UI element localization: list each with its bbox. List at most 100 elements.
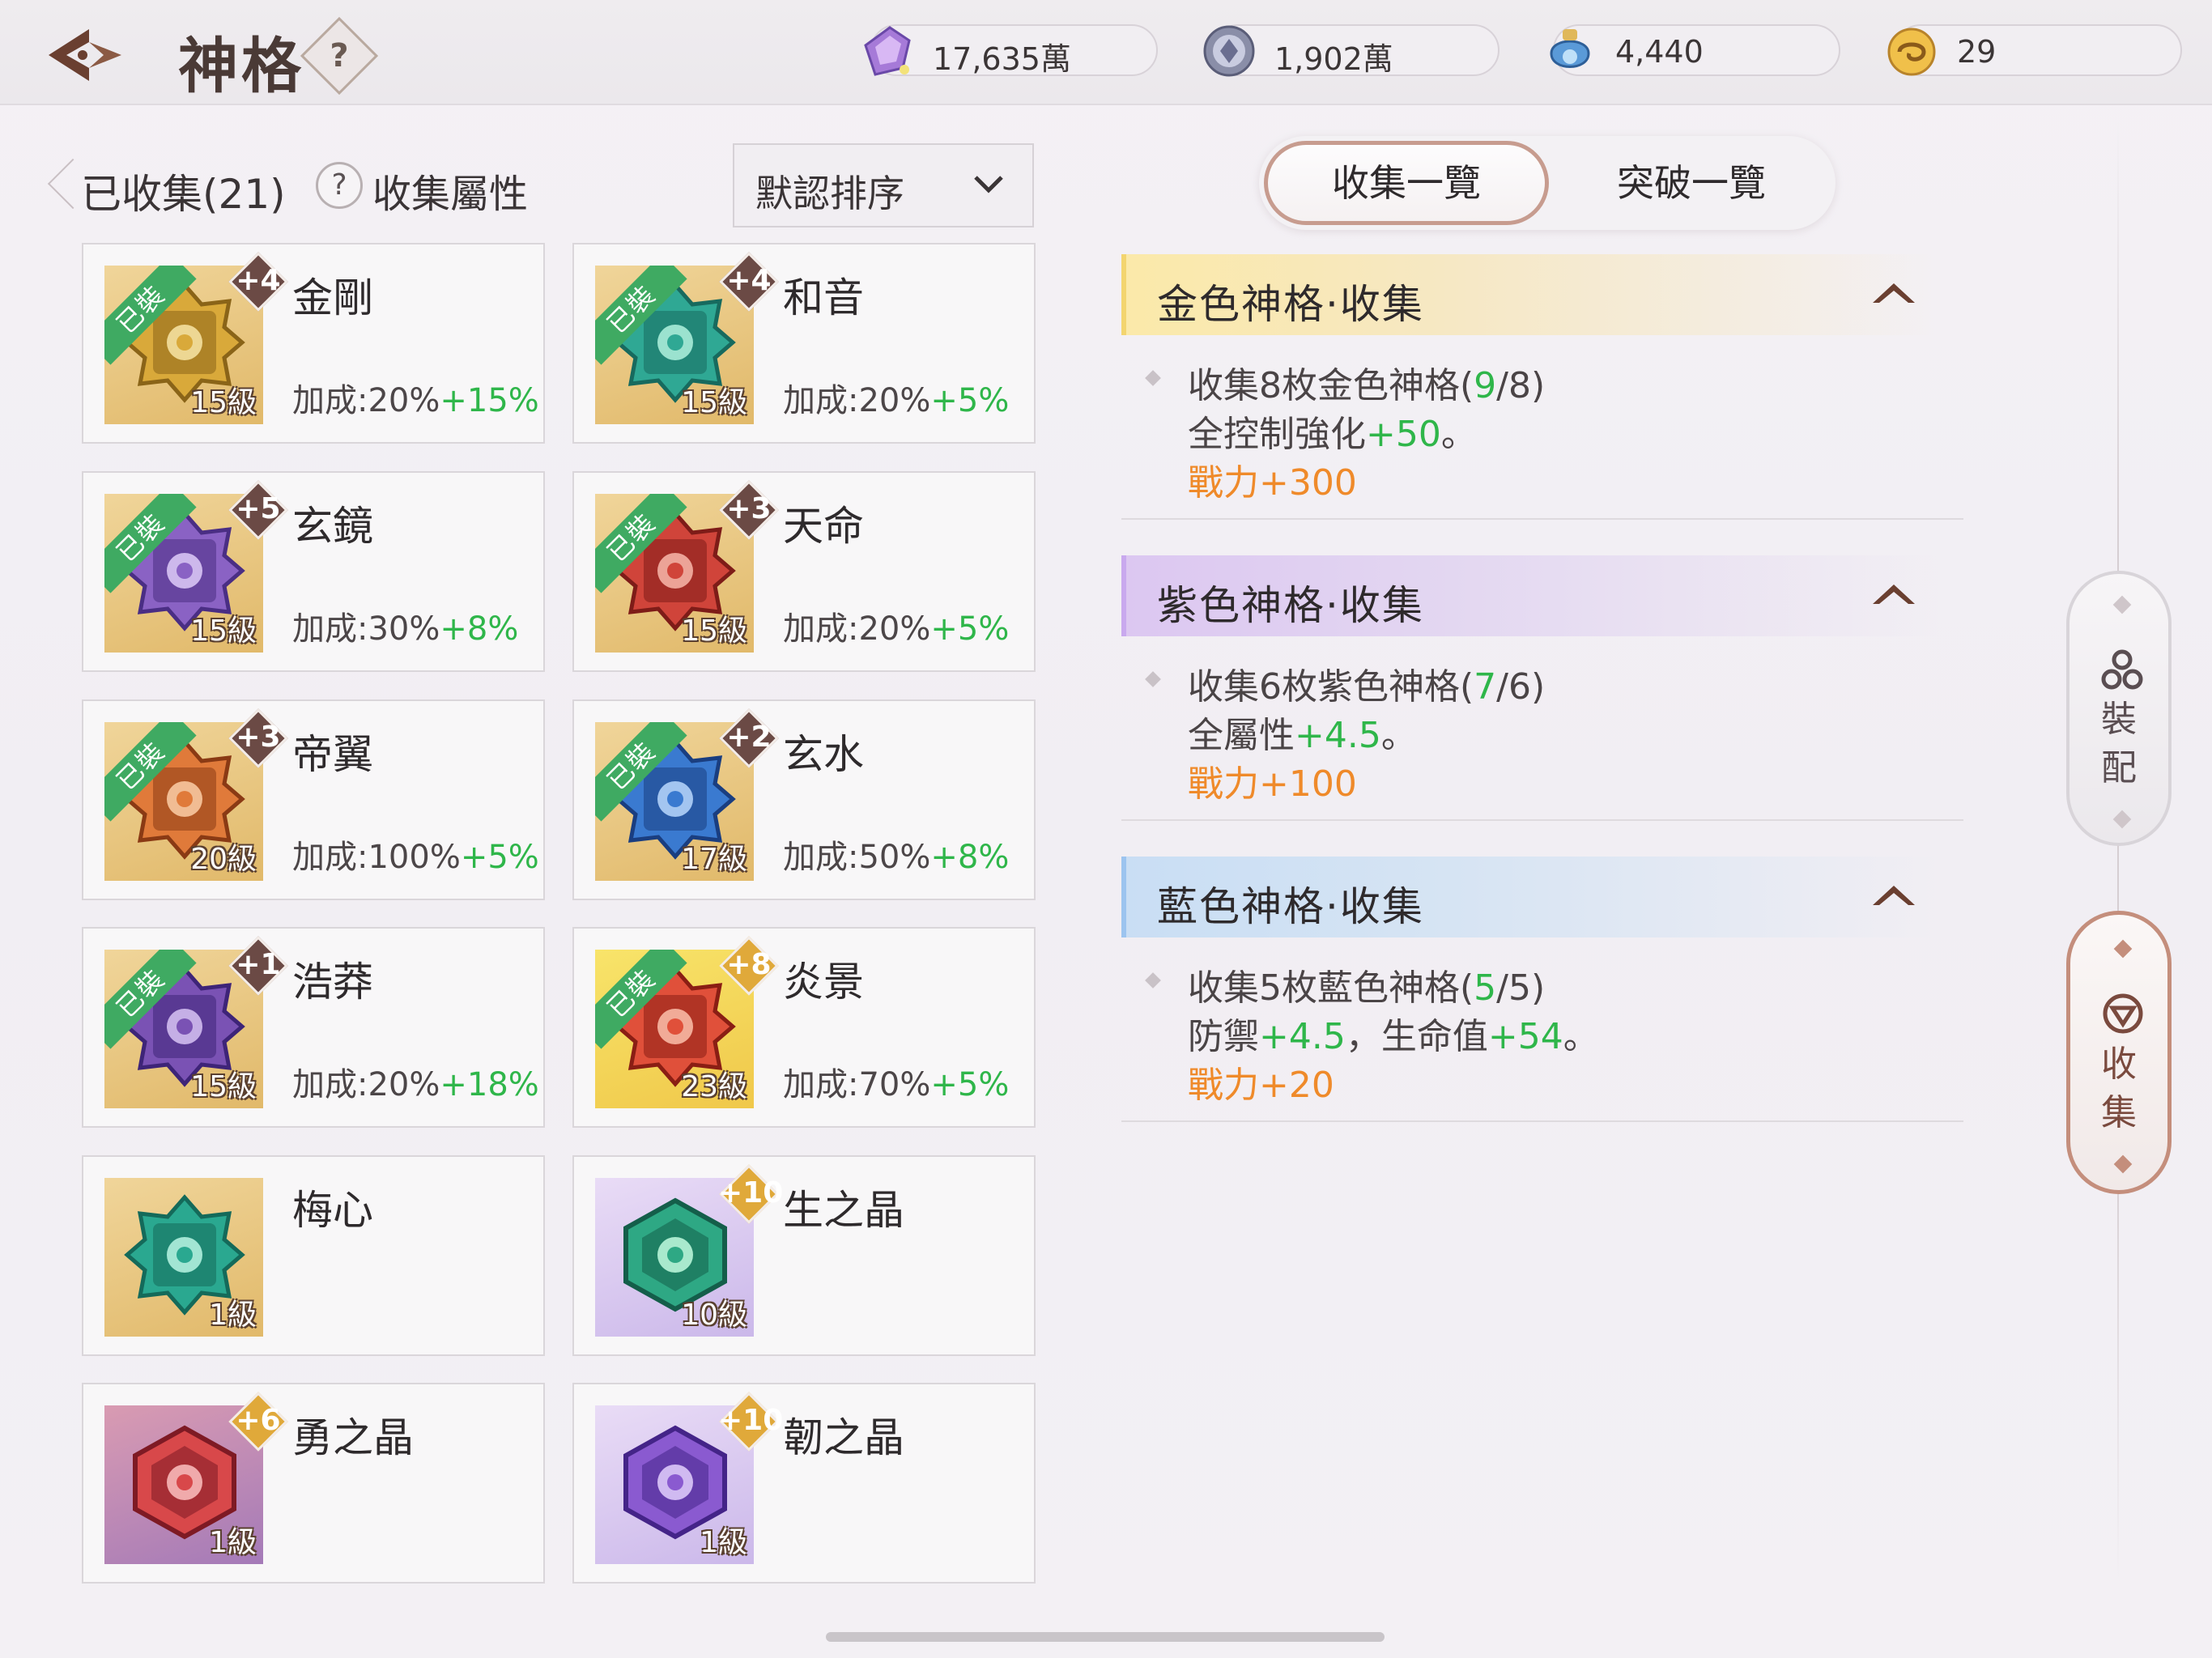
chevron-up-icon: [1873, 585, 1915, 604]
currency-silver[interactable]: 1,902萬: [1203, 24, 1499, 77]
bonus-extra: +8%: [440, 610, 519, 648]
power-text: 戰力+20: [1188, 1065, 1334, 1106]
deity-level: 20級: [190, 843, 257, 876]
deity-card[interactable]: 15級 已裝 +3 天命 加成:20%+5%: [572, 471, 1036, 672]
deity-bonus: 加成:50%+8%: [783, 831, 1009, 878]
deity-level: 15級: [190, 386, 257, 419]
currency-gold[interactable]: 29: [1887, 24, 2182, 76]
deity-name: 韌之晶: [783, 1414, 904, 1461]
deity-name: 和音: [783, 274, 864, 321]
deity-card[interactable]: 15級 已裝 +4 金剛 加成:20%+15%: [82, 243, 545, 444]
bonus-base: 加成:20%: [783, 610, 931, 648]
deity-card[interactable]: 15級 已裝 +5 玄鏡 加成:30%+8%: [82, 471, 545, 672]
attr-help-button[interactable]: ?: [316, 162, 363, 209]
nav-label-char: 收: [2101, 1044, 2137, 1085]
deity-name: 炎景: [783, 959, 864, 1005]
chevron-up-icon: [1873, 283, 1915, 303]
nav-dot: [2113, 1154, 2133, 1174]
back-button[interactable]: [42, 23, 131, 87]
deity-name: 玄鏡: [292, 503, 373, 550]
nav-label-char: 配: [2101, 747, 2137, 789]
deity-bonus: 加成:20%+5%: [783, 374, 1009, 421]
enhance-level-text: +3: [236, 721, 281, 754]
bonus-extra: +5%: [930, 610, 1010, 648]
deity-level: 1級: [700, 1526, 747, 1559]
enhance-level-text: +3: [726, 492, 772, 525]
bonus-base: 加成:70%: [783, 1066, 931, 1103]
enhance-level-badge: +2: [718, 708, 779, 768]
deity-bonus: 加成:100%+5%: [292, 831, 539, 878]
sidebar-rail: [2117, 121, 2119, 1579]
bonus-extra: +5%: [930, 382, 1010, 419]
title-help-button[interactable]: ?: [300, 16, 379, 96]
deity-card[interactable]: 15級 已裝 +1 浩莽 加成:20%+18%: [82, 927, 545, 1128]
requirement-text: 收集5枚藍色神格(5/5): [1188, 967, 1546, 1009]
view-tabs: 收集一覽 突破一覽: [1259, 136, 1836, 230]
collection-attributes-link[interactable]: 收集屬性: [372, 162, 528, 219]
page-title: 神格: [178, 32, 304, 101]
back-arrow-icon: [49, 29, 121, 81]
enhance-level-badge: +3: [718, 479, 779, 540]
side-nav-equip[interactable]: 裝 配: [2066, 571, 2172, 846]
deity-level: 1級: [209, 1299, 257, 1332]
deity-level: 15級: [681, 614, 747, 648]
purple-collection-header[interactable]: 紫色神格·收集: [1121, 555, 1939, 636]
deity-level: 17級: [681, 843, 747, 876]
deity-card[interactable]: 1級 +6 勇之晶: [82, 1383, 545, 1584]
blue-collection-body: 收集5枚藍色神格(5/5) 防禦+4.5，生命值+54。 戰力+20: [1121, 959, 1963, 1122]
deity-name: 帝翼: [292, 731, 373, 778]
bullet-diamond: [1145, 370, 1161, 386]
deity-card[interactable]: 17級 已裝 +2 玄水 加成:50%+8%: [572, 699, 1036, 900]
deity-name: 玄水: [783, 731, 864, 778]
bullet-diamond: [1145, 972, 1161, 988]
tab-collection-overview[interactable]: 收集一覽: [1264, 141, 1549, 225]
section-title: 藍色神格·收集: [1157, 883, 1424, 930]
currency-bag[interactable]: 4,440: [1550, 24, 1840, 76]
deity-icon-frame: 1級: [104, 1178, 263, 1337]
currency-crystal-value: 17,635萬: [933, 41, 1071, 77]
deity-bonus: 加成:20%+18%: [292, 1058, 539, 1105]
currency-gold-value: 29: [1957, 34, 1997, 70]
currency-silver-value: 1,902萬: [1274, 41, 1393, 77]
effect-text: 防禦+4.5，生命值+54。: [1188, 1016, 1599, 1057]
enhance-level-badge: +10: [718, 1391, 783, 1452]
chevron-up-icon: [1873, 886, 1915, 905]
enhance-level-text: +10: [718, 1176, 784, 1209]
bonus-extra: +8%: [930, 839, 1010, 876]
enhance-level-text: +2: [726, 721, 772, 754]
deity-name: 梅心: [292, 1187, 373, 1234]
sort-dropdown[interactable]: 默認排序: [733, 143, 1034, 227]
currency-crystal[interactable]: 17,635萬: [864, 24, 1158, 77]
blue-collection-header[interactable]: 藍色神格·收集: [1121, 857, 1939, 937]
purple-crystal-icon: [864, 26, 911, 76]
currency-bag-value: 4,440: [1615, 34, 1704, 70]
enhance-level-text: +6: [236, 1404, 281, 1437]
home-indicator[interactable]: [826, 1632, 1385, 1642]
deity-card[interactable]: 10級 +10 生之晶: [572, 1155, 1036, 1356]
gold-collection-header[interactable]: 金色神格·收集: [1121, 254, 1939, 335]
deity-name: 金剛: [292, 274, 373, 321]
deity-level: 1級: [209, 1526, 257, 1559]
deity-card[interactable]: 1級 +10 韌之晶: [572, 1383, 1036, 1584]
power-text: 戰力+300: [1188, 462, 1357, 504]
nav-dot: [2112, 810, 2132, 829]
deity-name: 勇之晶: [292, 1414, 414, 1461]
bonus-base: 加成:30%: [292, 610, 440, 648]
deity-bonus: 加成:30%+8%: [292, 602, 518, 649]
nav-dot: [2112, 595, 2132, 614]
deity-level: 15級: [190, 614, 257, 648]
side-nav-collect[interactable]: 收 集: [2066, 911, 2172, 1194]
deity-card[interactable]: 20級 已裝 +3 帝翼 加成:100%+5%: [82, 699, 545, 900]
collected-count-label: 已收集(21): [81, 171, 286, 218]
deity-card[interactable]: 23級 已裝 +8 炎景 加成:70%+5%: [572, 927, 1036, 1128]
deity-level: 15級: [681, 386, 747, 419]
deity-level: 15級: [190, 1070, 257, 1103]
deity-card[interactable]: 15級 已裝 +4 和音 加成:20%+5%: [572, 243, 1036, 444]
purple-collection-body: 收集6枚紫色神格(7/6) 全屬性+4.5。 戰力+100: [1121, 657, 1963, 821]
bonus-base: 加成:50%: [783, 839, 931, 876]
sort-dropdown-value: 默認排序: [755, 172, 904, 215]
bullet-diamond: [1145, 671, 1161, 687]
nav-label-char: 集: [2101, 1092, 2137, 1133]
tab-breakthrough-overview[interactable]: 突破一覽: [1549, 141, 1834, 225]
deity-card[interactable]: 1級 梅心: [82, 1155, 545, 1356]
